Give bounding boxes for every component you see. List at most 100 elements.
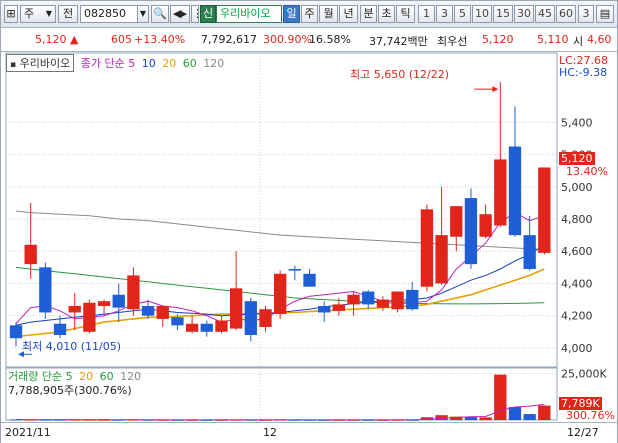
volume-bar — [464, 417, 478, 420]
candle-up — [420, 209, 434, 287]
candle-up — [215, 320, 228, 332]
candle-up — [259, 309, 272, 327]
candle-up — [229, 288, 243, 329]
candle-down — [362, 291, 375, 305]
date-axis: 2021/11 12 12/27 — [1, 422, 617, 443]
candle-up — [68, 306, 81, 313]
price-tick-label: 4,400 — [561, 277, 593, 290]
date-label-dec: 12 — [263, 426, 277, 439]
open-label: 시 — [573, 35, 584, 48]
settings-icon[interactable]: ▤ — [596, 5, 614, 23]
prev-stock-icon[interactable]: ⋮ — [191, 5, 203, 23]
volume-value: 7,792,617 — [201, 33, 257, 46]
candle-down — [53, 323, 67, 336]
trade-amount: 37,742백만 — [369, 35, 428, 48]
interval-45-button[interactable]: 45 — [535, 5, 555, 23]
up-arrow-icon: ▲ — [70, 33, 79, 46]
candle-up — [494, 159, 507, 226]
period-second-button[interactable]: 초 — [378, 5, 395, 23]
interval-custom-button[interactable]: 3 — [578, 5, 594, 23]
candle-up — [538, 167, 551, 253]
volume-bar — [494, 374, 507, 420]
candlestick-chart[interactable]: 4,0004,2004,4004,6004,8005,0005,2005,400… — [2, 52, 616, 422]
candle-up — [376, 299, 390, 308]
interval-15-button[interactable]: 15 — [493, 5, 513, 23]
candle-up — [347, 294, 360, 305]
period-minute-button[interactable]: 분 — [360, 5, 377, 23]
period-tick-button[interactable]: 틱 — [396, 5, 415, 23]
candle-down — [9, 325, 23, 339]
change-amount: 605 — [111, 33, 132, 46]
price-tick-label: 4,800 — [561, 213, 593, 226]
speaker-icon[interactable]: ◀▸ — [170, 5, 190, 23]
price-tick-label: 4,600 — [561, 245, 593, 258]
price-tick-label: 4,200 — [561, 310, 593, 323]
candle-up — [127, 275, 140, 310]
candle-down — [171, 317, 184, 326]
price-legend: ▪ 우리바이오 종가 단순 5 10 20 60 120 — [6, 54, 224, 72]
interval-3-button[interactable]: 3 — [436, 5, 453, 23]
candle-up — [479, 214, 492, 237]
high-annotation: 최고 5,650 (12/22) — [350, 68, 450, 81]
ask-price: 5,120 — [482, 33, 514, 46]
interval-60-button[interactable]: 60 — [556, 5, 576, 23]
interval-5-button[interactable]: 5 — [454, 5, 471, 23]
candle-up — [97, 301, 111, 307]
candle-up — [273, 273, 287, 315]
date-label-end: 12/27 — [567, 426, 599, 439]
candle-down — [112, 294, 125, 308]
candle-up — [24, 244, 37, 265]
stock-name: 우리바이오 — [216, 5, 282, 23]
current-percent-tag: 13.40% — [566, 165, 608, 178]
high-arrow-icon — [492, 86, 499, 93]
credit-badge: 신 — [200, 5, 216, 23]
candle-down — [141, 306, 155, 316]
chart-area[interactable]: 4,0004,2004,4004,6004,8005,0005,2005,400… — [2, 52, 616, 422]
price-tick-label: 4,000 — [561, 342, 593, 355]
period-month-button[interactable]: 월 — [319, 5, 338, 23]
volume-ratio: 300.90% — [263, 33, 312, 46]
price-tick-label: 5,000 — [561, 181, 593, 194]
best-price-label: 최우선 — [437, 35, 468, 48]
candle-down — [523, 235, 536, 269]
candle-down — [288, 268, 302, 271]
period-year-button[interactable]: 년 — [339, 5, 358, 23]
candle-down — [406, 289, 419, 310]
volume-percent-tag: 300.76% — [566, 409, 615, 422]
search-icon[interactable]: 🔍 — [151, 5, 169, 23]
interval-1-button[interactable]: 1 — [418, 5, 435, 23]
toolbar: ⊞ 주 ▼ 전 082850 ▼ 🔍 ◀▸ ⋮ 신 우리바이오 일 주 월 년 … — [1, 1, 617, 28]
ma20-legend[interactable]: 20 — [162, 57, 176, 70]
price-tick-label: 5,400 — [561, 116, 593, 129]
candle-down — [200, 323, 213, 332]
period-day-button[interactable]: 일 — [283, 5, 300, 23]
market-select[interactable]: 주 ▼ — [20, 5, 56, 23]
ma5-legend[interactable]: 종가 단순 5 — [81, 57, 135, 70]
change-percent: +13.40% — [134, 33, 186, 46]
candle-down — [303, 273, 316, 287]
dot-icon: ▪ — [10, 60, 17, 70]
volume-bar — [508, 407, 522, 420]
open-price: 4,60 — [587, 33, 612, 46]
stock-legend-box[interactable]: ▪ 우리바이오 — [6, 54, 75, 72]
volume-tick-label: 25,000K — [561, 368, 607, 381]
code-dropdown-icon[interactable]: ▼ — [137, 5, 149, 23]
chevron-down-icon: ▼ — [45, 9, 52, 18]
volume-bar — [479, 417, 492, 420]
candle-up — [332, 304, 346, 311]
market-select-value: 주 — [24, 7, 35, 20]
interval-10-button[interactable]: 10 — [472, 5, 492, 23]
volume-value-label: 7,788,905주(300.76%) — [8, 384, 132, 397]
type-select[interactable]: 전 — [58, 5, 78, 23]
ma120-legend[interactable]: 120 — [203, 57, 224, 70]
period-week-button[interactable]: 주 — [301, 5, 318, 23]
ma10-legend[interactable]: 10 — [142, 57, 156, 70]
candle-up — [435, 235, 448, 284]
candle-up — [450, 206, 463, 237]
bid-price: 5,110 — [537, 33, 569, 46]
quote-strip: 5,120 ▲ 605 +13.40% 7,792,617 300.90% 16… — [1, 28, 617, 52]
hc-label: HC:-9.38 — [559, 66, 608, 79]
interval-30-button[interactable]: 30 — [514, 5, 534, 23]
link-icon[interactable]: ⊞ — [4, 5, 18, 23]
ma60-legend[interactable]: 60 — [183, 57, 197, 70]
